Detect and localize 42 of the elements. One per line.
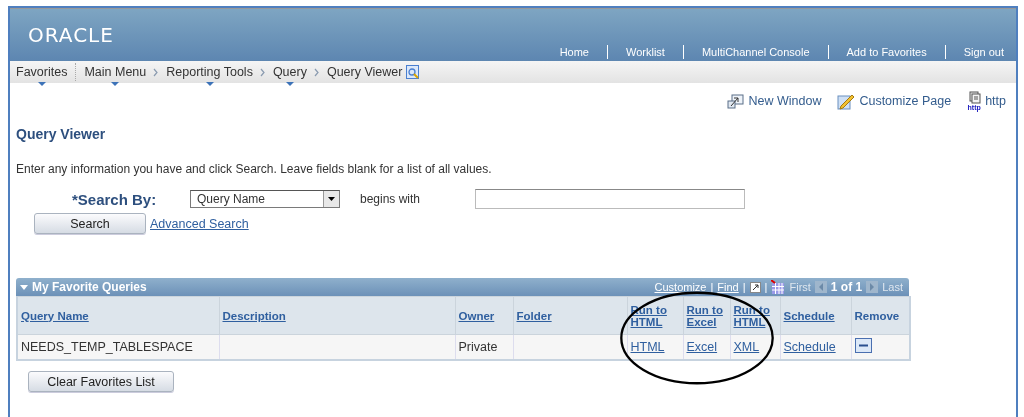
divider-text: | <box>764 281 768 293</box>
clear-favorites-button[interactable]: Clear Favorites List <box>28 371 174 392</box>
spreadsheet-icon <box>771 280 786 294</box>
grid-title: My Favorite Queries <box>32 280 147 294</box>
chevron-icon <box>313 67 320 77</box>
dropdown-field[interactable]: Query Name <box>190 190 340 208</box>
breadcrumb-link[interactable]: Query Viewer <box>326 65 403 83</box>
page-action-link[interactable]: Customize Page <box>837 91 952 111</box>
instructions-text: Enter any information you have and click Search. Leave fields blank for a list of all values. <box>16 162 493 176</box>
nav-link[interactable]: MultiChannel Console <box>697 46 814 58</box>
nav-link[interactable]: Worklist <box>622 46 669 58</box>
search-button[interactable]: Search <box>34 213 146 234</box>
new-window-icon <box>727 93 745 109</box>
grid-tool-link[interactable]: Customize <box>654 281 707 293</box>
page-title: Query Viewer <box>16 126 107 142</box>
remove-icon[interactable] <box>854 338 872 353</box>
table-cell: NEEDS_TEMP_TABLESPACE <box>17 334 219 360</box>
pencil-page-icon <box>837 92 856 110</box>
chevron-icon <box>259 67 266 77</box>
logo: ORACLE <box>28 23 114 47</box>
search-field[interactable] <box>475 189 745 209</box>
field-label: *Search By: <box>72 190 158 208</box>
divider-text: | <box>742 281 746 293</box>
operator-label: begins with <box>360 192 422 206</box>
new-window-icon <box>749 281 761 293</box>
chevron-icon <box>153 67 160 77</box>
page-action-link[interactable]: New Window <box>727 91 822 111</box>
nav-link[interactable]: Add to Favorites <box>842 46 931 58</box>
breadcrumb-link[interactable]: Query <box>272 65 307 83</box>
nav-link[interactable]: Home <box>555 46 593 58</box>
pager-count: 1 of 1 <box>830 280 863 294</box>
advanced-search-link[interactable]: Advanced Search <box>150 216 249 231</box>
breadcrumb-link[interactable]: Reporting Tools <box>166 65 253 83</box>
breadcrumb-link[interactable]: Favorites <box>16 65 68 83</box>
collapse-icon[interactable] <box>20 284 28 290</box>
divider-text: | <box>710 281 714 293</box>
grid-tool-link[interactable]: Find <box>717 281 739 293</box>
breadcrumb-link[interactable]: Main Menu <box>84 65 147 83</box>
nav-link[interactable]: Sign out <box>959 46 1008 58</box>
column-header: Remove <box>854 309 900 322</box>
caret-icon <box>328 197 335 201</box>
search-page-icon <box>406 65 420 79</box>
